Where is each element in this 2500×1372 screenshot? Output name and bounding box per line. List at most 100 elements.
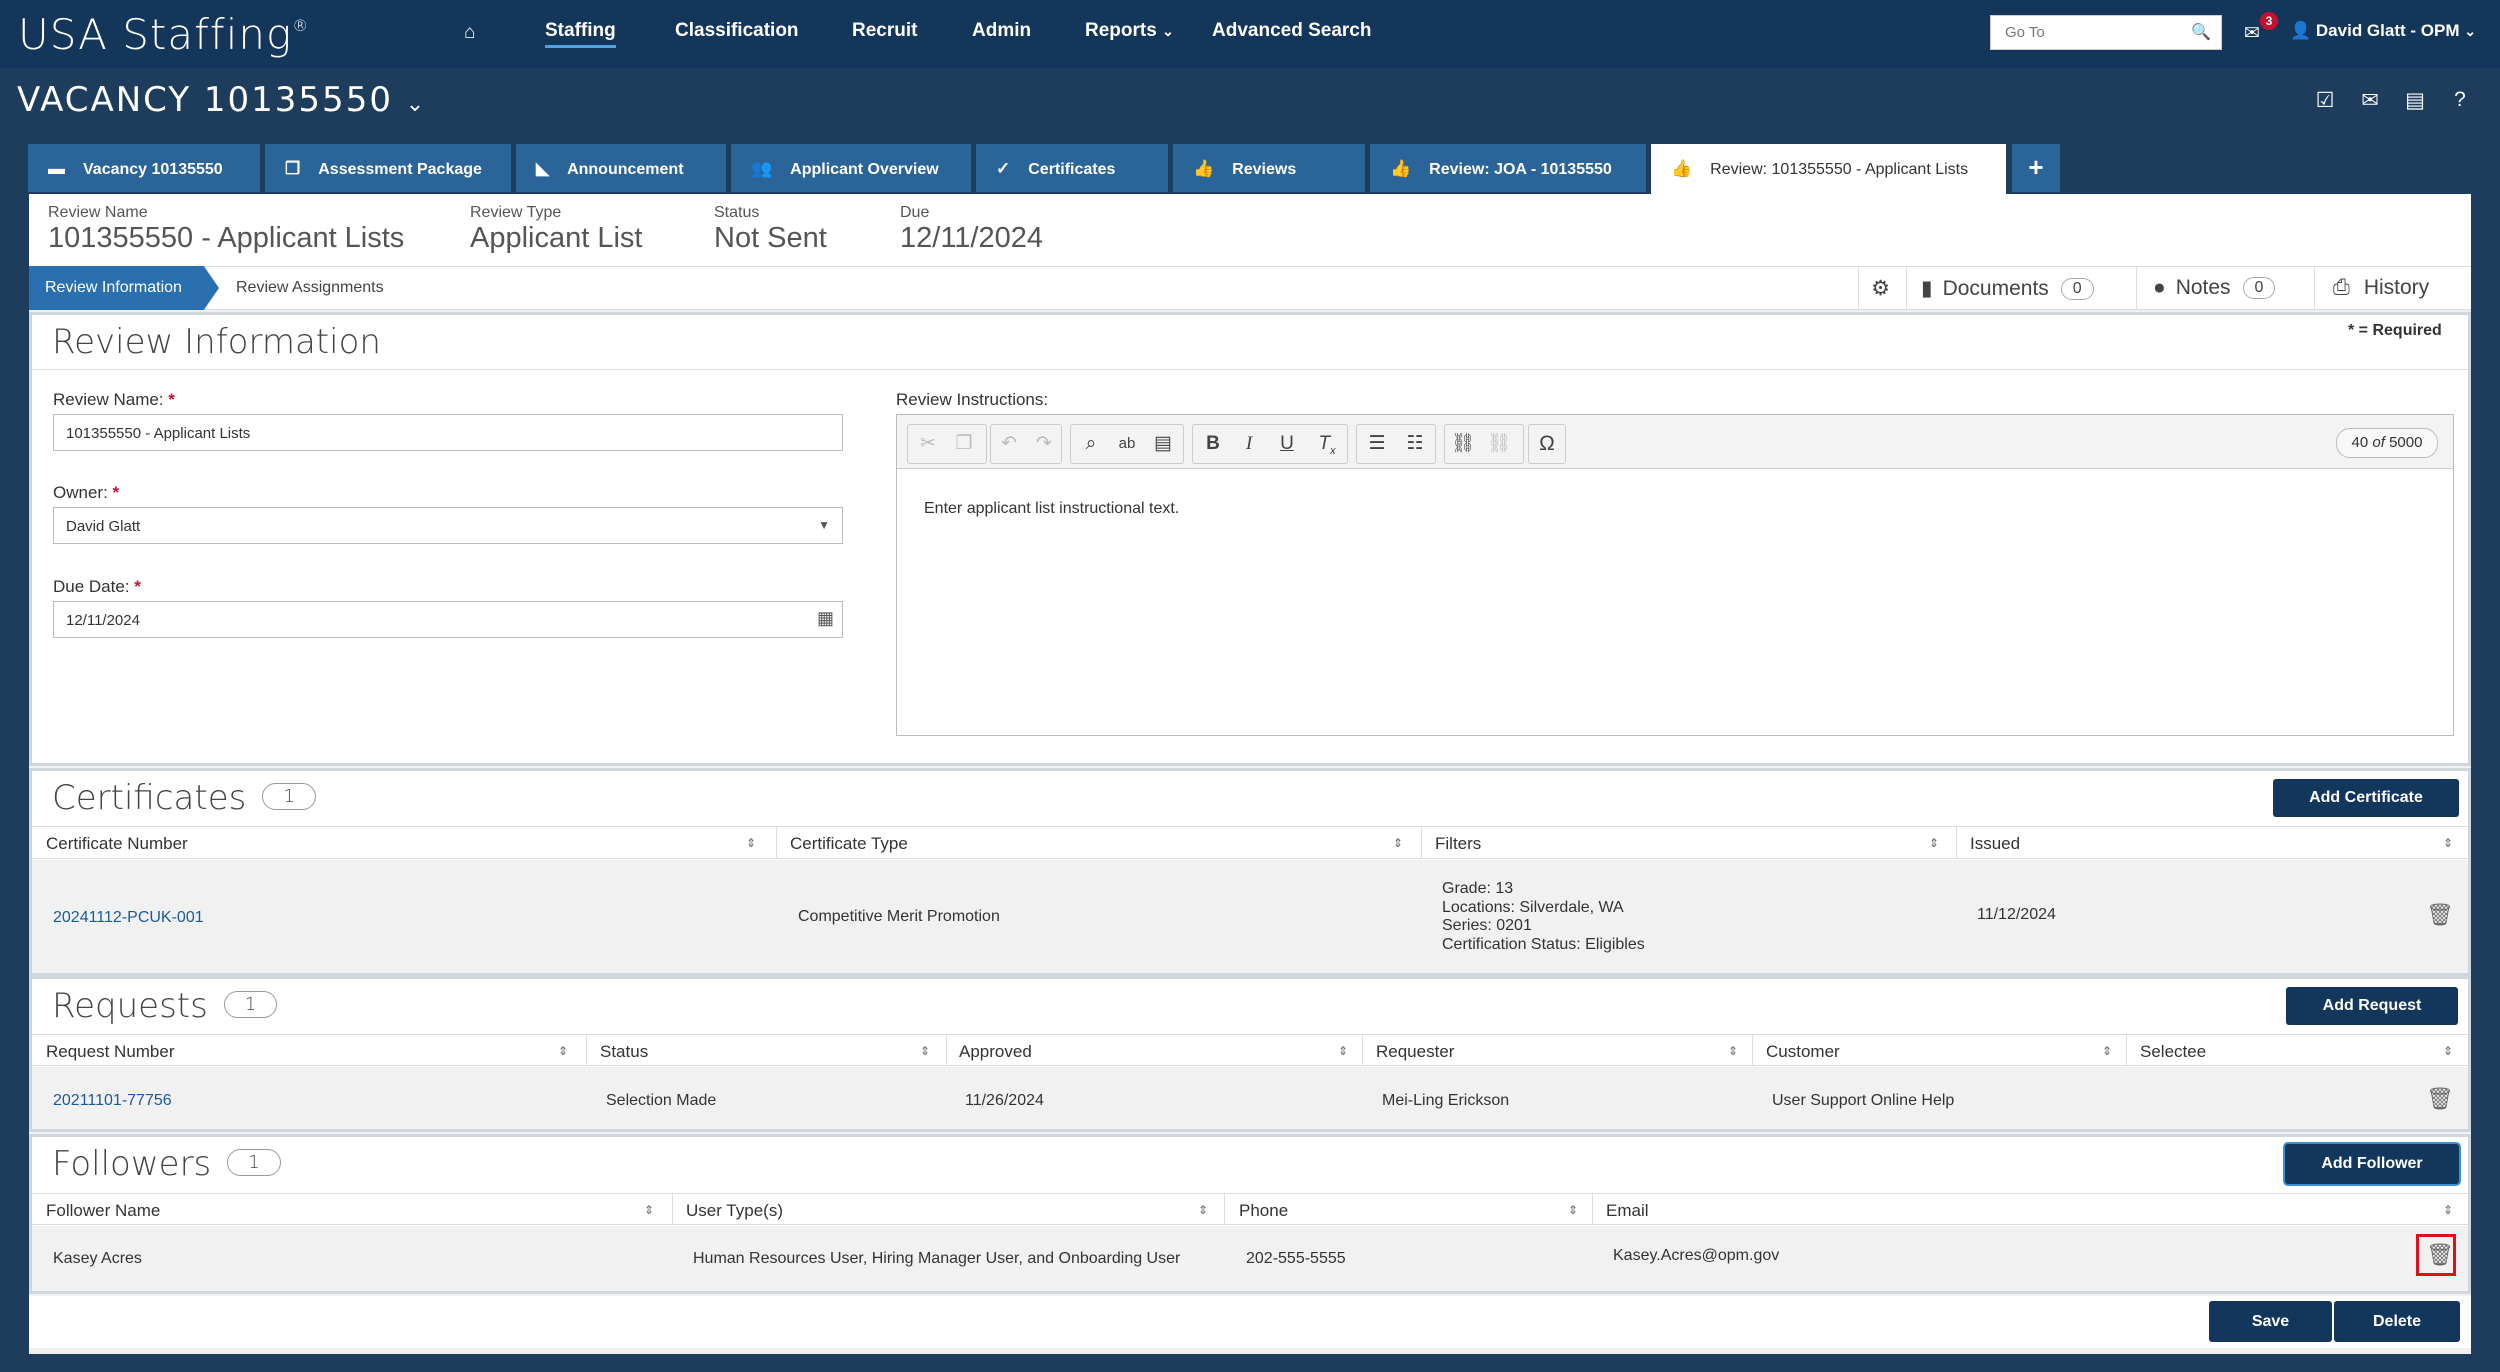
inbox-icon[interactable]: ✉	[2358, 88, 2382, 113]
instructions-text[interactable]: Enter applicant list instructional text.	[924, 500, 1179, 518]
summary-due-label: Due	[900, 204, 930, 221]
special-character-icon[interactable]: Ω	[1530, 426, 1564, 462]
column-header[interactable]: Selectee	[2140, 1042, 2206, 1062]
vacancy-title[interactable]: VACANCY 10135550 ⌄	[17, 80, 426, 120]
column-header[interactable]: Approved	[959, 1042, 1032, 1062]
add-request-button[interactable]: Add Request	[2286, 987, 2458, 1025]
nav-classification[interactable]: Classification	[675, 20, 799, 42]
bold-icon[interactable]: B	[1196, 426, 1230, 462]
sort-icon[interactable]: ⇕	[1338, 1044, 1348, 1058]
column-header[interactable]: Issued	[1970, 834, 2020, 854]
replace-icon[interactable]: ab	[1110, 426, 1144, 462]
owner-select[interactable]: David Glatt ▼	[53, 507, 843, 544]
owner-label: Owner: *	[53, 483, 120, 502]
nav-admin[interactable]: Admin	[972, 20, 1031, 42]
trash-icon[interactable]: 🗑	[2426, 1242, 2454, 1268]
tab-announcement[interactable]: ◣ Announcement	[516, 144, 726, 192]
column-header[interactable]: Email	[1606, 1201, 1649, 1221]
review-name-input[interactable]: 101355550 - Applicant Lists	[53, 414, 843, 451]
tab-review-applicant-lists[interactable]: 👍 Review: 101355550 - Applicant Lists	[1651, 144, 2006, 194]
underline-icon[interactable]: U	[1270, 426, 1304, 462]
checklist-icon[interactable]: ☑	[2313, 88, 2337, 113]
italic-icon[interactable]: I	[1232, 426, 1266, 462]
message-icon[interactable]: ▤	[2403, 88, 2427, 113]
select-all-icon[interactable]: ▤	[1146, 426, 1180, 462]
sort-icon[interactable]: ⇕	[2102, 1044, 2112, 1058]
certificate-number-link[interactable]: 20241112-PCUK-001	[53, 909, 204, 927]
clear-format-icon[interactable]: Tx	[1310, 426, 1344, 462]
sort-icon[interactable]: ⇕	[2443, 1044, 2453, 1058]
divider	[2126, 1034, 2127, 1066]
column-header[interactable]: Status	[600, 1042, 648, 1062]
goto-search-input[interactable]: Go To 🔍	[1990, 15, 2222, 50]
sort-icon[interactable]: ⇕	[644, 1203, 654, 1217]
bulleted-list-icon[interactable]: ☷	[1398, 426, 1432, 462]
column-header[interactable]: Filters	[1435, 834, 1481, 854]
follower-name: Kasey Acres	[53, 1250, 142, 1267]
column-header[interactable]: User Type(s)	[686, 1201, 783, 1221]
sort-icon[interactable]: ⇕	[1393, 836, 1403, 850]
sort-icon[interactable]: ⇕	[1728, 1044, 1738, 1058]
sort-icon[interactable]: ⇕	[746, 836, 756, 850]
nav-reports[interactable]: Reports ⌄	[1085, 20, 1174, 42]
link-icon[interactable]: ⛓	[1446, 426, 1480, 462]
trash-icon[interactable]: 🗑	[2426, 1086, 2454, 1112]
column-header[interactable]: Request Number	[46, 1042, 175, 1062]
calendar-icon[interactable]: ▦	[817, 608, 834, 629]
help-icon[interactable]: ?	[2448, 88, 2472, 112]
add-follower-button[interactable]: Add Follower	[2285, 1144, 2459, 1184]
column-header[interactable]: Follower Name	[46, 1201, 160, 1221]
request-customer: User Support Online Help	[1772, 1092, 1955, 1109]
delete-button[interactable]: Delete	[2334, 1301, 2460, 1342]
numbered-list-icon[interactable]: ☰	[1360, 426, 1394, 462]
sort-icon[interactable]: ⇕	[2443, 836, 2453, 850]
divider	[1224, 1193, 1225, 1225]
undo-icon[interactable]: ↶	[992, 426, 1026, 462]
tab-vacancy[interactable]: ▬ Vacancy 10135550	[28, 144, 260, 192]
sort-icon[interactable]: ⇕	[920, 1044, 930, 1058]
due-date-input[interactable]: 12/11/2024 ▦	[53, 601, 843, 638]
save-button[interactable]: Save	[2209, 1301, 2332, 1342]
sort-icon[interactable]: ⇕	[1568, 1203, 1578, 1217]
unlink-icon[interactable]: ⛓	[1482, 426, 1516, 462]
subnav-review-information[interactable]: Review Information	[29, 266, 219, 310]
column-header[interactable]: Phone	[1239, 1201, 1288, 1221]
tab-reviews[interactable]: 👍 Reviews	[1173, 144, 1365, 192]
tab-certificates[interactable]: ✓ Certificates	[976, 144, 1168, 192]
nav-advanced-search[interactable]: Advanced Search	[1212, 20, 1371, 42]
find-icon[interactable]: ⌕	[1074, 426, 1108, 462]
nav-recruit[interactable]: Recruit	[852, 20, 917, 42]
home-icon[interactable]: ⌂	[464, 22, 475, 44]
tab-applicant-overview[interactable]: 👥 Applicant Overview	[731, 144, 971, 192]
subnav-review-assignments[interactable]: Review Assignments	[236, 279, 384, 297]
mail-icon[interactable]: ✉	[2244, 22, 2260, 45]
folder-icon: ▬	[48, 159, 65, 178]
cut-icon[interactable]: ✂	[911, 426, 945, 462]
redo-icon[interactable]: ↷	[1027, 426, 1061, 462]
column-header[interactable]: Certificate Number	[46, 834, 188, 854]
nav-staffing[interactable]: Staffing	[545, 20, 616, 48]
follower-phone: 202-555-5555	[1246, 1250, 1346, 1267]
notes-button[interactable]: ● Notes 0	[2136, 266, 2314, 310]
due-date-label: Due Date: *	[53, 577, 141, 596]
add-tab-button[interactable]: +	[2012, 144, 2060, 192]
documents-button[interactable]: ▮ Documents 0	[1906, 266, 2134, 310]
tab-assessment-package[interactable]: ❐ Assessment Package	[265, 144, 511, 192]
tab-review-joa[interactable]: 👍 Review: JOA - 10135550	[1370, 144, 1646, 192]
sort-icon[interactable]: ⇕	[1198, 1203, 1208, 1217]
gear-icon[interactable]: ⚙	[1858, 266, 1902, 310]
add-certificate-button[interactable]: Add Certificate	[2273, 779, 2459, 817]
sort-icon[interactable]: ⇕	[2443, 1203, 2453, 1217]
request-number-link[interactable]: 20211101-77756	[53, 1092, 172, 1110]
sort-icon[interactable]: ⇕	[558, 1044, 568, 1058]
trash-icon[interactable]: 🗑	[2426, 902, 2454, 928]
copy-icon[interactable]: ❐	[947, 426, 981, 462]
copy-icon: ❐	[285, 159, 301, 178]
column-header[interactable]: Customer	[1766, 1042, 1840, 1062]
column-header[interactable]: Certificate Type	[790, 834, 908, 854]
sort-icon[interactable]: ⇕	[1929, 836, 1939, 850]
usa-staffing-logo[interactable]: USA Staffing®	[18, 10, 309, 59]
history-button[interactable]: ⎙ History	[2314, 266, 2471, 310]
user-menu[interactable]: 👤 David Glatt - OPM ⌄	[2290, 21, 2476, 41]
column-header[interactable]: Requester	[1376, 1042, 1454, 1062]
